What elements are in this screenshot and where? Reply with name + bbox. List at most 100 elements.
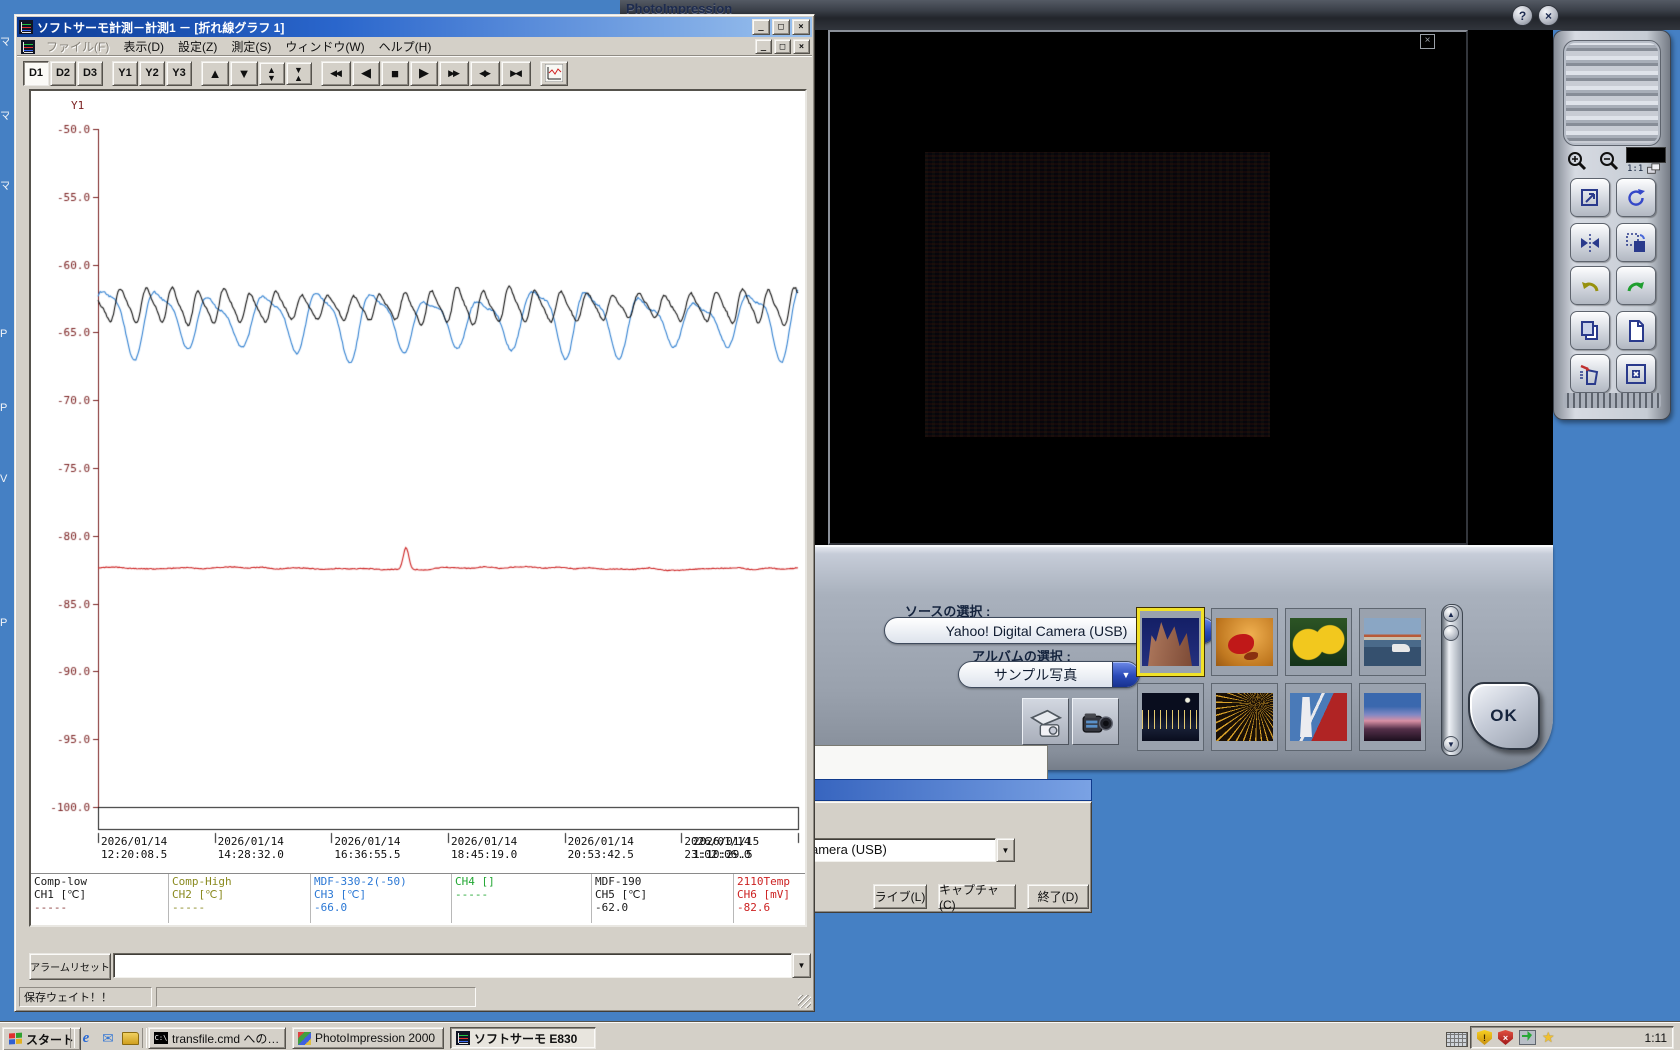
- thumbnail-yellow-flowers[interactable]: [1285, 608, 1352, 676]
- resize-button[interactable]: [1570, 178, 1610, 217]
- scroll-up-button[interactable]: ▲: [1443, 606, 1459, 622]
- thumbnail-night-city[interactable]: [1137, 683, 1204, 751]
- task-softthermo-button[interactable]: ソフトサーモ E830: [450, 1027, 596, 1049]
- warning-shield-icon[interactable]: !: [1477, 1030, 1492, 1045]
- compress-horizontal-button[interactable]: ▶◀: [501, 60, 531, 86]
- toggle-d1-button[interactable]: D1: [23, 60, 49, 86]
- capture-button[interactable]: キャプチャ(C): [938, 883, 1016, 912]
- paste-button[interactable]: [1616, 311, 1656, 350]
- graph-icon: [545, 64, 563, 82]
- mail-icon: ✉: [102, 1029, 114, 1046]
- channel-id: CH1 [℃]: [34, 888, 87, 901]
- toggle-d2-button[interactable]: D2: [50, 60, 76, 86]
- scroll-up-button[interactable]: ▲: [201, 60, 229, 86]
- x-tick-label: 2026/01/14 12:20:08.5: [101, 835, 168, 861]
- thumbnail-harbor-boats[interactable]: [1359, 608, 1426, 676]
- alarm-combobox-value: [113, 953, 792, 978]
- undo-button[interactable]: [1570, 266, 1610, 305]
- ok-label: OK: [1490, 706, 1518, 725]
- zoom-out-button[interactable]: [1594, 149, 1624, 175]
- quicklaunch-ie-button[interactable]: e: [76, 1029, 96, 1047]
- mdi-minimize-button[interactable]: _: [755, 39, 772, 54]
- thumbnail-golden-light-web[interactable]: [1211, 683, 1278, 751]
- palette-drag-handle[interactable]: [1563, 40, 1661, 146]
- chevron-down-icon[interactable]: ▼: [996, 838, 1015, 862]
- task-photoimpression-button[interactable]: PhotoImpression 2000: [292, 1027, 444, 1049]
- rotate-button[interactable]: [1616, 178, 1656, 217]
- task-transfile-button[interactable]: C:\ transfile.cmd へのショート...: [148, 1027, 286, 1049]
- delete-button[interactable]: [1570, 354, 1610, 393]
- resize-grip[interactable]: [798, 995, 811, 1008]
- taskbar-divider: [142, 1028, 147, 1048]
- legend-channel-2: Comp-High CH2 [℃] -----: [169, 874, 311, 923]
- thumbnail-scrollbar[interactable]: ▲ ▼: [1441, 604, 1463, 756]
- toggle-y1-button[interactable]: Y1: [112, 60, 138, 86]
- menu-measure[interactable]: 測定(S): [224, 38, 278, 55]
- scrollbar-thumb[interactable]: [1443, 625, 1459, 641]
- album-select-dropdown[interactable]: サンプル写真 ▼: [958, 661, 1140, 688]
- alarm-reset-button[interactable]: アラームリセット: [29, 953, 111, 980]
- maximize-button[interactable]: □: [772, 19, 790, 35]
- keyboard-layout-icon[interactable]: [1446, 1032, 1468, 1047]
- close-image-button[interactable]: [1616, 354, 1656, 393]
- channel-id: CH3 [℃]: [314, 888, 367, 901]
- preview-close-icon[interactable]: ×: [1420, 34, 1435, 49]
- close-button[interactable]: ×: [792, 19, 810, 35]
- menu-view[interactable]: 表示(D): [116, 38, 171, 55]
- alarm-combobox[interactable]: ▼: [113, 953, 811, 978]
- star-icon[interactable]: ★: [1542, 1029, 1555, 1046]
- channel-name: Comp-High: [172, 875, 232, 888]
- flip-horizontal-button[interactable]: [1570, 223, 1610, 262]
- chevron-down-icon[interactable]: ▼: [1112, 662, 1139, 687]
- acquire-scanner-camera-button[interactable]: [1022, 698, 1069, 745]
- line-graph-child-window: Y1 2026/01/14 12:20:08.52026/01/14 14:28…: [29, 89, 807, 927]
- toggle-d3-button[interactable]: D3: [77, 60, 103, 86]
- copy-button[interactable]: [1570, 311, 1610, 350]
- graph-setup-button[interactable]: [540, 60, 568, 86]
- live-button[interactable]: ライブ(L): [873, 884, 927, 909]
- softthermo-titlebar[interactable]: ソフトサーモ計測－計測1 － [折れ線グラフ 1] _ □ ×: [17, 17, 812, 37]
- mdi-restore-button[interactable]: □: [774, 39, 791, 54]
- menu-settings[interactable]: 設定(Z): [171, 38, 224, 55]
- crop-rotate-button[interactable]: [1616, 223, 1656, 262]
- mdi-close-button[interactable]: ×: [793, 39, 810, 54]
- menu-window[interactable]: ウィンドウ(W): [278, 38, 371, 55]
- expand-horizontal-button[interactable]: ◀▶: [470, 60, 500, 86]
- softthermo-icon: [456, 1031, 470, 1045]
- chevron-down-icon[interactable]: ▼: [792, 953, 811, 978]
- expand-vertical-button[interactable]: ▲▼: [259, 61, 285, 85]
- desktop-icon-label-fragment: P: [0, 617, 8, 629]
- thumbnail-lighthouse[interactable]: [1285, 683, 1352, 751]
- desktop-icon-label-fragment: P: [0, 328, 8, 340]
- step-back-button[interactable]: ◀: [352, 60, 380, 86]
- step-forward-button[interactable]: ▶: [410, 60, 438, 86]
- menu-file[interactable]: ファイル(F): [39, 38, 116, 55]
- fast-forward-button[interactable]: ▶▶: [439, 60, 469, 86]
- close-button[interactable]: ×: [1538, 5, 1559, 26]
- minimize-button[interactable]: _: [752, 19, 770, 35]
- toggle-y3-button[interactable]: Y3: [166, 60, 192, 86]
- acquire-video-camera-button[interactable]: [1072, 698, 1119, 745]
- thumbnail-sunset-clouds[interactable]: [1359, 683, 1426, 751]
- quicklaunch-folder-button[interactable]: [120, 1029, 140, 1047]
- legend-channel-4: CH4 [] -----: [452, 874, 592, 923]
- compress-vertical-button[interactable]: ▼▲: [286, 61, 312, 85]
- error-shield-icon[interactable]: ×: [1498, 1030, 1513, 1045]
- thumbnail-rock-spires[interactable]: [1137, 608, 1204, 676]
- menu-help[interactable]: ヘルプ(H): [372, 38, 439, 55]
- scroll-down-button[interactable]: ▼: [230, 60, 258, 86]
- stop-button[interactable]: ■: [381, 60, 409, 86]
- scroll-down-button[interactable]: ▼: [1443, 736, 1459, 752]
- zoom-in-button[interactable]: [1562, 149, 1592, 175]
- help-button[interactable]: ?: [1512, 5, 1533, 26]
- cascade-windows-icon[interactable]: [1646, 163, 1662, 175]
- quicklaunch-mail-button[interactable]: ✉: [98, 1029, 118, 1047]
- rewind-button[interactable]: ◀◀: [321, 60, 351, 86]
- thumbnail-cardinal-bird[interactable]: [1211, 608, 1278, 676]
- hardware-eject-icon[interactable]: [1519, 1030, 1536, 1045]
- palette-bottom-grip[interactable]: [1563, 393, 1661, 408]
- redo-button[interactable]: [1616, 266, 1656, 305]
- quit-button[interactable]: 終了(D): [1027, 884, 1089, 909]
- toggle-y2-button[interactable]: Y2: [139, 60, 165, 86]
- channel-legend: Comp-low CH1 [℃] ----- Comp-High CH2 [℃]…: [31, 873, 805, 923]
